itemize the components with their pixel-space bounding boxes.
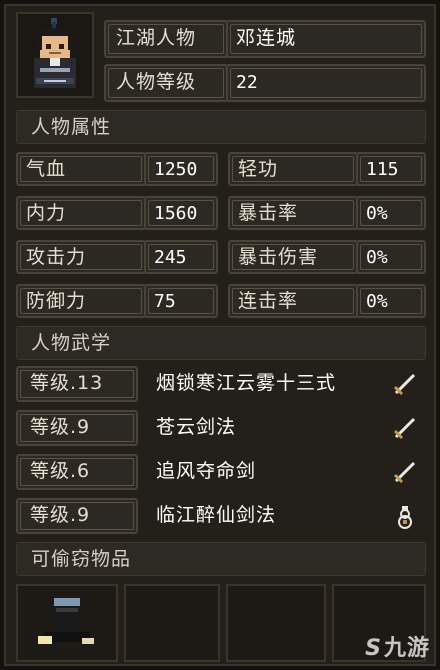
name-label: 江湖人物 xyxy=(116,27,197,49)
wine-gourd-icon xyxy=(398,506,412,529)
stat-crit-rate-label: 暴击率 xyxy=(238,202,299,224)
stat-crit-damage-value: 0% xyxy=(366,247,388,268)
skill-row[interactable]: 等级.9 临江醉仙剑法 xyxy=(16,498,426,534)
stat-defense-value: 75 xyxy=(154,291,176,312)
stat-qinggong-label: 轻功 xyxy=(238,158,279,180)
sword-icon xyxy=(393,373,416,396)
skill-level: 等级.13 xyxy=(30,372,104,394)
watermark-text: 九游 xyxy=(383,636,430,661)
stat-defense-label: 防御力 xyxy=(26,290,87,312)
skill-name: 临江醉仙剑法 xyxy=(156,504,277,526)
skill-level: 等级.9 xyxy=(30,416,91,438)
stat-crit-damage-label: 暴击伤害 xyxy=(238,246,319,268)
stat-combo-rate-value: 0% xyxy=(366,291,388,312)
martial-section-title: 人物武学 xyxy=(31,332,112,354)
stat-qinggong-value: 115 xyxy=(366,159,399,180)
skill-row[interactable]: 等级.13 烟锁寒江云雾十三式 xyxy=(16,366,426,402)
attributes-section-title: 人物属性 xyxy=(31,116,112,138)
hat-item-icon xyxy=(38,598,94,644)
stat-attack-label: 攻击力 xyxy=(26,246,87,268)
level-label: 人物等级 xyxy=(116,71,197,93)
skill-name: 烟锁寒江云雾十三式 xyxy=(156,372,337,394)
stat-mp-label: 内力 xyxy=(26,202,67,224)
stat-hp-label: 气血 xyxy=(26,158,67,180)
character-name: 邓连城 xyxy=(236,27,297,49)
item-slot[interactable] xyxy=(226,584,326,662)
stealable-section-title: 可偷窃物品 xyxy=(31,548,132,570)
attributes-section-header: 人物属性 xyxy=(16,110,426,144)
watermark-logo-icon: S xyxy=(365,636,382,661)
watermark: S九游 xyxy=(365,630,430,662)
skill-row[interactable]: 等级.9 苍云剑法 xyxy=(16,410,426,446)
character-portrait xyxy=(16,12,94,98)
stat-crit-rate-value: 0% xyxy=(366,203,388,224)
sword-icon xyxy=(393,417,416,440)
skill-row[interactable]: 等级.6 追风夺命剑 xyxy=(16,454,426,490)
stat-mp-value: 1560 xyxy=(154,203,198,224)
skill-level: 等级.9 xyxy=(30,504,91,526)
item-slot[interactable] xyxy=(124,584,220,662)
skill-name: 追风夺命剑 xyxy=(156,460,257,482)
character-avatar-icon xyxy=(34,18,76,88)
martial-section-header: 人物武学 xyxy=(16,326,426,360)
sword-icon xyxy=(393,461,416,484)
item-slot[interactable] xyxy=(16,584,118,662)
skill-name: 苍云剑法 xyxy=(156,416,237,438)
stat-attack-value: 245 xyxy=(154,247,187,268)
stat-combo-rate-label: 连击率 xyxy=(238,290,299,312)
skill-level: 等级.6 xyxy=(30,460,91,482)
stat-hp-value: 1250 xyxy=(154,159,198,180)
character-level: 22 xyxy=(236,72,258,93)
stealable-section-header: 可偷窃物品 xyxy=(16,542,426,576)
